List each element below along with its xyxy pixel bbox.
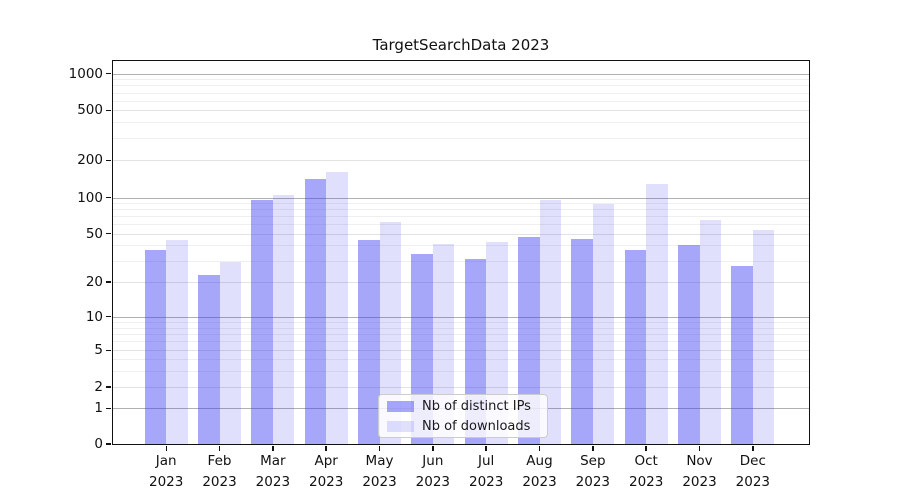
gridline-minor: [113, 216, 809, 217]
legend-swatch-distinct-ips: [387, 401, 414, 412]
gridline-100: [113, 198, 809, 199]
chart-title: TargetSearchData 2023: [373, 36, 550, 54]
legend-swatch-downloads: [387, 421, 414, 432]
gridline-minor: [113, 79, 809, 80]
bar-downloads-nov: [700, 220, 722, 444]
legend: Nb of distinct IPs Nb of downloads: [378, 394, 548, 438]
y-tick-200: [106, 160, 111, 161]
gridline-minor: [113, 85, 809, 86]
y-tick-label-200: 200: [51, 152, 103, 168]
bar-distinct-ips-feb: [198, 275, 220, 444]
bar-downloads-apr: [326, 172, 348, 444]
gridline-minor: [113, 138, 809, 139]
y-tick-label-1000: 1000: [51, 66, 103, 82]
gridline-200: [113, 160, 809, 161]
x-tick-label-jun: Jun 2023: [416, 451, 450, 493]
bar-distinct-ips-sep: [571, 239, 593, 444]
x-tick-label-feb: Feb 2023: [202, 451, 236, 493]
bar-downloads-feb: [220, 262, 242, 444]
x-tick-label-jul: Jul 2023: [469, 451, 503, 493]
bar-distinct-ips-mar: [251, 200, 273, 444]
gridline-minor: [113, 209, 809, 210]
x-tick-label-apr: Apr 2023: [309, 451, 343, 493]
y-tick-label-2: 2: [51, 379, 103, 395]
x-tick-label-sep: Sep 2023: [576, 451, 610, 493]
legend-item-distinct-ips: Nb of distinct IPs: [379, 397, 547, 415]
gridline-minor: [113, 122, 809, 123]
bar-downloads-jan: [166, 240, 188, 444]
bar-downloads-oct: [646, 184, 668, 444]
plot-area: 01251020501002005001000 Jan 2023Feb 2023…: [112, 60, 810, 445]
y-tick-0: [106, 443, 111, 444]
x-tick-label-jan: Jan 2023: [149, 451, 183, 493]
y-tick-label-50: 50: [51, 226, 103, 242]
bar-distinct-ips-apr: [305, 179, 327, 444]
y-tick-1000: [106, 73, 111, 74]
bar-distinct-ips-nov: [678, 245, 700, 444]
bar-distinct-ips-oct: [625, 250, 647, 444]
x-tick-label-nov: Nov 2023: [682, 451, 716, 493]
gridline-minor: [113, 203, 809, 204]
y-tick-50: [106, 233, 111, 234]
y-tick-label-0: 0: [51, 436, 103, 452]
x-tick-label-may: May 2023: [362, 451, 396, 493]
bar-distinct-ips-dec: [731, 266, 753, 444]
y-tick-2: [106, 386, 111, 387]
y-tick-label-10: 10: [51, 309, 103, 325]
bar-distinct-ips-jan: [145, 250, 167, 444]
gridline-minor: [113, 101, 809, 102]
legend-label-distinct-ips: Nb of distinct IPs: [422, 399, 531, 414]
gridline-1000: [113, 74, 809, 75]
x-tick-label-mar: Mar 2023: [256, 451, 290, 493]
y-tick-10: [106, 316, 111, 317]
bar-downloads-mar: [273, 195, 295, 444]
gridline-minor: [113, 93, 809, 94]
y-tick-100: [106, 197, 111, 198]
y-tick-label-5: 5: [51, 342, 103, 358]
y-tick-1: [106, 408, 111, 409]
gridline-500: [113, 110, 809, 111]
y-tick-label-1: 1: [51, 400, 103, 416]
legend-item-downloads: Nb of downloads: [379, 417, 547, 435]
bar-distinct-ips-may: [358, 240, 380, 444]
x-tick-label-dec: Dec 2023: [736, 451, 770, 493]
y-tick-500: [106, 110, 111, 111]
y-tick-20: [106, 281, 111, 282]
y-tick-label-100: 100: [51, 190, 103, 206]
legend-label-downloads: Nb of downloads: [422, 419, 530, 434]
bar-downloads-dec: [753, 230, 775, 444]
y-tick-label-20: 20: [51, 274, 103, 290]
x-tick-label-aug: Aug 2023: [522, 451, 556, 493]
bar-downloads-sep: [593, 204, 615, 444]
x-tick-label-oct: Oct 2023: [629, 451, 663, 493]
y-tick-label-500: 500: [51, 102, 103, 118]
chart-figure: TargetSearchData 2023 012510205010020050…: [0, 0, 900, 500]
y-tick-5: [106, 350, 111, 351]
